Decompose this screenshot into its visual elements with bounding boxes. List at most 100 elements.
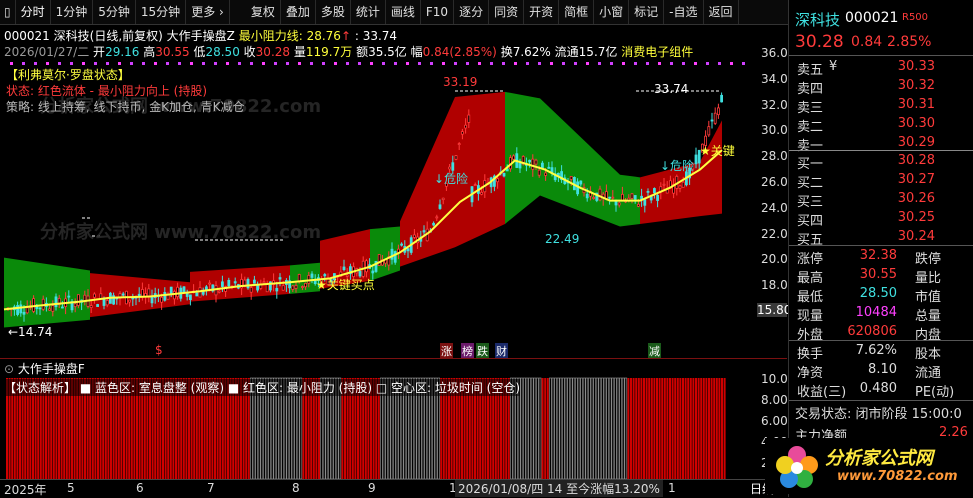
toolbar-func-8[interactable]: 开资 [524,0,560,24]
toolbar-func-7[interactable]: 同资 [489,0,525,24]
signal-dot [598,62,601,65]
candle-body [432,222,436,226]
signal-dot [646,62,649,65]
panel-toggle-icon[interactable]: ⊙ [4,362,14,376]
panel-divider [0,358,787,359]
sub-panel-title: ⊙ 大作手操盘F [4,360,85,377]
ask-row-4: 卖四 30.32 [797,78,967,97]
status-bar [575,377,578,479]
toolbar-func-2[interactable]: 多股 [316,0,351,24]
toolbar-func-3[interactable]: 统计 [351,0,386,24]
signal-dot [442,62,445,65]
toolbar-func-11[interactable]: 标记 [629,0,665,24]
chart-header: 000021 深科技(日线,前复权) 大作手操盘Z 最小阻力线: 28.76↑ … [4,27,397,44]
toolbar-func-6[interactable]: 逐分 [454,0,490,24]
status-bar [536,377,539,479]
ask-row-1-label: 卖一 [797,139,824,154]
candle-body [275,288,279,292]
status-bar [590,377,594,479]
stat2-row-1-label: 净资 [797,366,824,381]
candle-body [169,286,173,295]
toolbar-func-10[interactable]: 小窗 [594,0,630,24]
marker-bang: 榜 [461,343,474,359]
signal-dot [34,62,37,65]
status-bar [669,378,671,479]
stat2-row-0-value: 7.62% [855,343,897,358]
toolbar-period-4[interactable]: 更多 › [186,0,230,24]
signal-dot [718,62,721,65]
stat2-row-2-label2: PE(动) [915,385,955,400]
sub-panel-name[interactable]: 大作手操盘F [18,362,85,376]
sub-panel-legend: 【状态解析】 ■ 蓝色区: 室息盘整 (观察) ■ 红色区: 最小阻力 (持股)… [4,379,521,396]
signal-dot [346,62,349,65]
status-bar [705,378,708,479]
candle-body [22,311,26,315]
toolbar-func-5[interactable]: F10 [421,0,455,24]
toolbar-func-4[interactable]: 画线 [386,0,421,24]
bid-row-2: 买二 30.27 [797,172,967,191]
toolbar-period-1[interactable]: 1分钟 [51,0,94,24]
danger-label-1: ↓危险 [434,172,469,186]
toolbar-period-0[interactable]: 分时 [16,0,51,24]
toolbar-period-2[interactable]: 5分钟 [93,0,136,24]
candle-body [621,193,624,201]
toolbar-func-1[interactable]: 叠加 [281,0,316,24]
stock-code: 000021 [4,29,50,43]
status-bar [551,377,555,479]
status-bar [582,377,586,479]
candle-body [393,251,397,263]
status-bar [695,378,697,479]
period-tabs: 分时 1分钟 5分钟 15分钟 更多 › [16,0,230,24]
signal-dot [10,62,13,65]
candle-body [720,94,723,103]
current-price-tag: 15.80 [757,303,792,317]
candle-body [400,243,404,246]
candle-body [547,166,551,169]
peak-label-2: 33.74 [654,82,689,96]
status-bar [661,378,664,479]
status-bar [528,377,531,479]
candle-body [38,307,42,310]
status-bar [656,378,658,479]
candle-body [412,234,416,238]
status-bar [564,377,568,479]
candle-body [150,296,154,304]
status-bar [637,378,640,479]
bid-row-4-value: 30.25 [897,210,935,225]
toolbar-func-12[interactable]: -自选 [664,0,704,24]
stat-row-1-label: 最高 [797,271,824,286]
signal-dot [190,62,193,65]
signal-dot [670,62,673,65]
stock-name: 深科技 [53,29,90,43]
status-bar [621,377,625,479]
signal-dot [694,62,697,65]
candle-body [569,176,573,180]
open-value: 29.16 [105,45,140,59]
quote-badge: R500 [902,12,929,23]
signal-dot [394,62,397,65]
candle-body [172,291,176,300]
logo-url: www.70822.com [837,469,958,484]
chart-menu-icon[interactable]: ▯ [0,0,16,24]
stat-row-0-value: 32.38 [859,248,897,263]
bid-row-4: 买四 30.25 [797,210,967,229]
sector-label[interactable]: 消费电子组件 [621,45,693,59]
toolbar-func-0[interactable]: 复权 [246,0,281,24]
candle-body [160,296,164,303]
status-bar [682,378,684,479]
indicator-name[interactable]: 大作手操盘Z [167,29,235,43]
candle-body [105,299,109,306]
toolbar-func-13[interactable]: 返回 [704,0,739,24]
toolbar-func-9[interactable]: 简框 [559,0,595,24]
stat-row-0-label: 涨停 [797,252,824,267]
toolbar-period-3[interactable]: 15分钟 [136,0,187,24]
ask-row-3-value: 30.31 [897,97,935,112]
overlay-strategy: 策略: 线上持筹, 线下持币, 金K加仓, 青K减仓 [6,100,245,114]
signal-dot [526,62,529,65]
status-bar [588,377,591,479]
stat-row-3-value: 10484 [855,305,897,320]
candle-body [467,114,471,123]
candle-body [643,199,647,206]
signal-dot [730,62,733,65]
signal-dot [502,62,505,65]
